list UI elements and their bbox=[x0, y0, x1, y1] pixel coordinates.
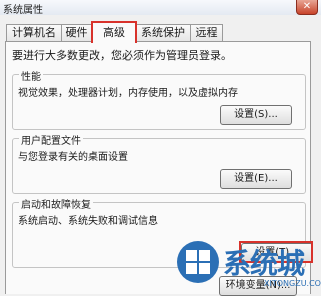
tab-system-protection[interactable]: 系统保护 bbox=[135, 24, 191, 41]
user-profiles-settings-button[interactable]: 设置(E)... bbox=[220, 169, 292, 189]
title-bar: 系统属性 ✕ bbox=[0, 0, 321, 16]
tab-remote[interactable]: 远程 bbox=[190, 24, 223, 41]
tab-advanced[interactable]: 高级 bbox=[91, 21, 137, 43]
window-title: 系统属性 bbox=[3, 5, 43, 16]
user-profiles-desc: 与您登录有关的桌面设置 bbox=[18, 152, 128, 163]
performance-settings-button[interactable]: 设置(S)... bbox=[220, 105, 292, 125]
user-profiles-group: 用户配置文件 与您登录有关的桌面设置 设置(E)... bbox=[12, 132, 306, 194]
admin-notice: 要进行大多数更改，您必须作为管理员登录。 bbox=[12, 49, 232, 62]
watermark: 系统城 XITONGZU.COM bbox=[176, 234, 321, 293]
windows-logo-icon bbox=[177, 241, 219, 283]
watermark-brand: 系统城 bbox=[223, 247, 305, 280]
startup-recovery-desc: 系统启动、系统失败和调试信息 bbox=[18, 216, 158, 227]
performance-desc: 视觉效果，处理器计划，内存使用，以及虚拟内存 bbox=[18, 88, 238, 99]
startup-recovery-title: 启动和故障恢复 bbox=[19, 196, 93, 211]
performance-group: 性能 视觉效果，处理器计划，内存使用，以及虚拟内存 设置(S)... bbox=[12, 68, 306, 130]
tab-hardware[interactable]: 硬件 bbox=[61, 24, 92, 41]
tab-computer-name[interactable]: 计算机名 bbox=[6, 24, 62, 41]
close-icon: ✕ bbox=[302, 1, 312, 12]
user-profiles-title: 用户配置文件 bbox=[19, 132, 83, 147]
watermark-url: XITONGZU.COM bbox=[264, 279, 321, 288]
performance-title: 性能 bbox=[19, 68, 43, 83]
close-button[interactable]: ✕ bbox=[296, 0, 318, 15]
